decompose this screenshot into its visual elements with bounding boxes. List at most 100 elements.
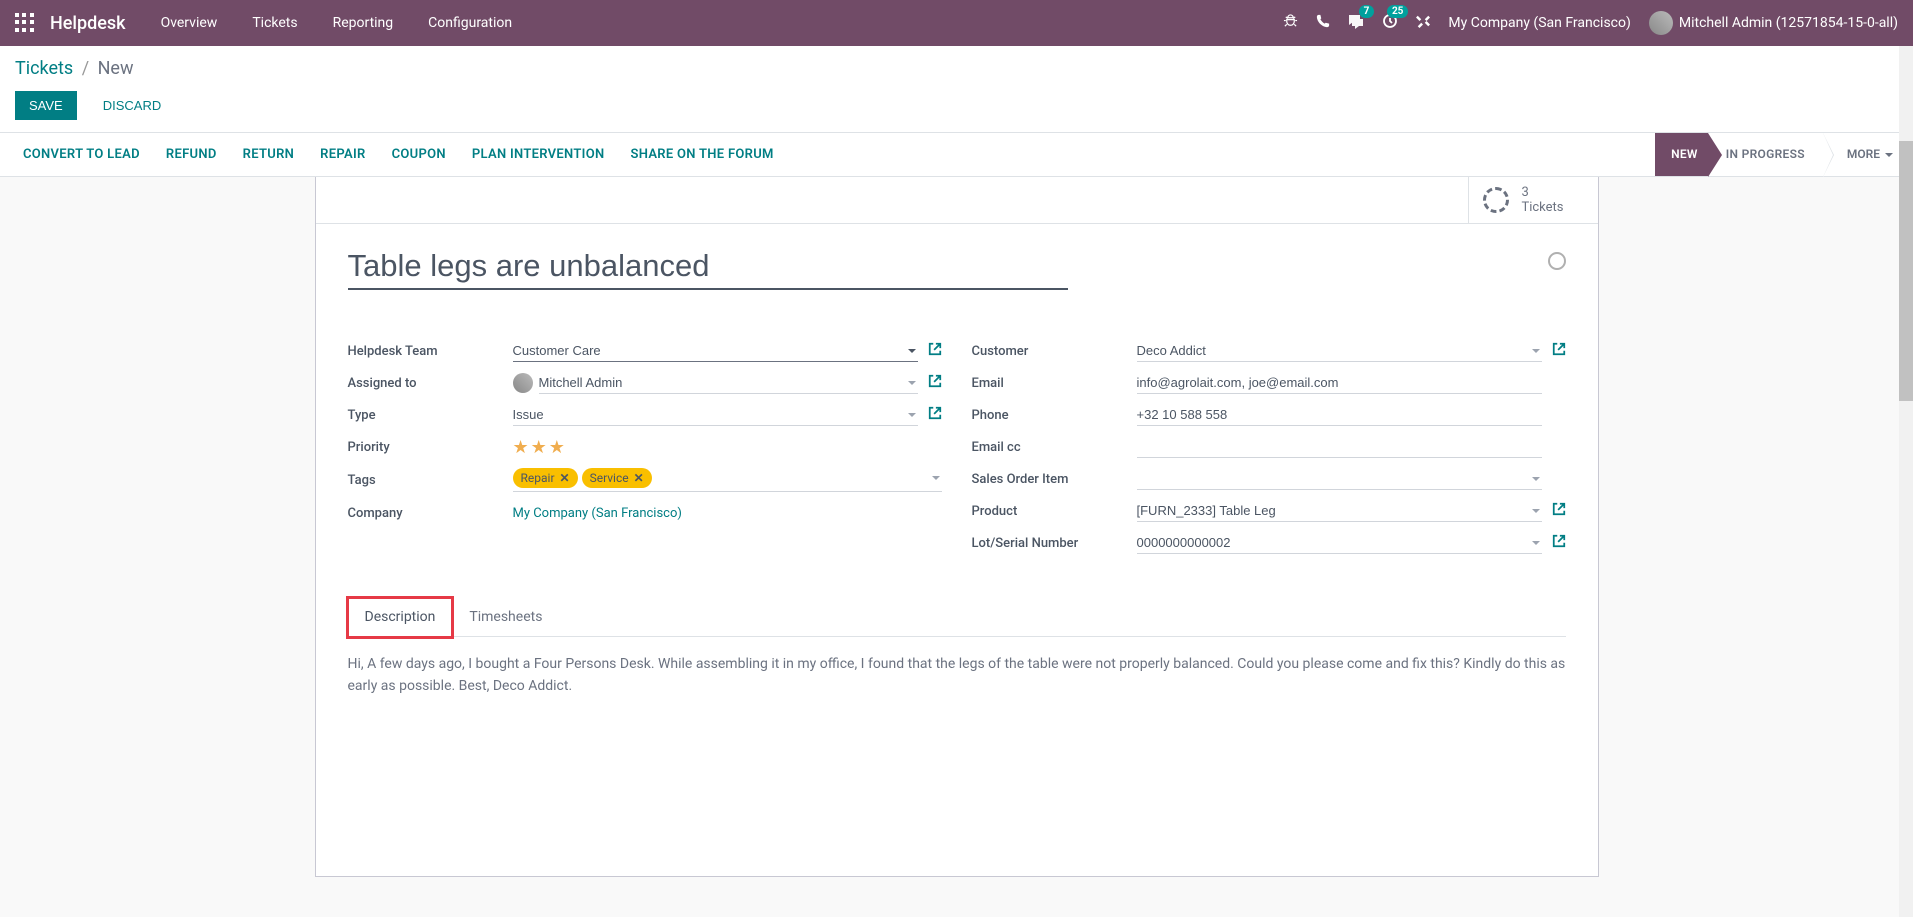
- form-sheet: 3 Tickets Helpdesk Team: [315, 177, 1599, 877]
- nav-tickets[interactable]: Tickets: [252, 15, 297, 31]
- field-team[interactable]: [513, 340, 918, 362]
- external-link-icon[interactable]: [928, 374, 942, 392]
- field-type[interactable]: [513, 404, 918, 426]
- ticket-title-input[interactable]: [348, 248, 1068, 290]
- label-soi: Sales Order Item: [972, 472, 1137, 487]
- field-assigned[interactable]: [539, 372, 918, 394]
- description-content[interactable]: Hi, A few days ago, I bought a Four Pers…: [348, 636, 1566, 714]
- action-convert-lead[interactable]: CONVERT TO LEAD: [10, 133, 153, 176]
- chevron-down-icon: [1885, 153, 1893, 157]
- breadcrumb-tickets[interactable]: Tickets: [15, 58, 73, 79]
- phone-icon[interactable]: [1316, 14, 1330, 32]
- lifebuoy-icon: [1483, 187, 1509, 213]
- breadcrumb-current: New: [98, 58, 134, 79]
- label-emailcc: Email cc: [972, 440, 1137, 455]
- label-product: Product: [972, 504, 1137, 519]
- nav-menu: Overview Tickets Reporting Configuration: [161, 15, 513, 31]
- action-repair[interactable]: REPAIR: [307, 133, 378, 176]
- bug-icon[interactable]: [1283, 14, 1298, 33]
- messages-badge: 7: [1359, 5, 1375, 18]
- tools-icon[interactable]: [1416, 14, 1430, 32]
- chevron-down-icon[interactable]: [908, 413, 916, 417]
- cp-buttons: SAVE DISCARD: [15, 91, 1898, 132]
- form-sheet-bg: 3 Tickets Helpdesk Team: [0, 177, 1913, 877]
- field-email[interactable]: [1137, 372, 1542, 394]
- status-in-progress[interactable]: IN PROGRESS: [1708, 133, 1823, 176]
- chevron-down-icon[interactable]: [1532, 509, 1540, 513]
- user-name: Mitchell Admin (12571854-15-0-all): [1679, 15, 1898, 31]
- activities-badge: 25: [1387, 5, 1408, 18]
- form-group-right: Customer Email: [972, 340, 1566, 564]
- top-nav: Helpdesk Overview Tickets Reporting Conf…: [0, 0, 1913, 46]
- action-coupon[interactable]: COUPON: [379, 133, 459, 176]
- label-team: Helpdesk Team: [348, 344, 513, 359]
- label-assigned: Assigned to: [348, 376, 513, 391]
- chevron-down-icon[interactable]: [908, 381, 916, 385]
- discard-button[interactable]: DISCARD: [89, 91, 176, 120]
- button-box: 3 Tickets: [316, 177, 1598, 224]
- scrollbar-thumb[interactable]: [1899, 141, 1913, 401]
- form-content: Helpdesk Team Assigned to: [316, 224, 1598, 738]
- activities-icon[interactable]: 25: [1382, 13, 1398, 33]
- tab-timesheets[interactable]: Timesheets: [452, 598, 559, 636]
- action-return[interactable]: RETURN: [230, 133, 308, 176]
- label-company: Company: [348, 506, 513, 521]
- priority-stars[interactable]: ★★★: [513, 437, 567, 458]
- field-product[interactable]: [1137, 500, 1542, 522]
- external-link-icon[interactable]: [1552, 502, 1566, 520]
- field-soi[interactable]: [1137, 468, 1542, 490]
- notebook: Description Timesheets Hi, A few days ag…: [348, 598, 1566, 714]
- user-menu[interactable]: Mitchell Admin (12571854-15-0-all): [1649, 11, 1898, 35]
- apps-icon[interactable]: [15, 13, 35, 33]
- status-new[interactable]: NEW: [1655, 133, 1708, 176]
- field-customer[interactable]: [1137, 340, 1542, 362]
- tag-remove-icon[interactable]: ✕: [560, 471, 570, 485]
- chevron-down-icon[interactable]: [1532, 349, 1540, 353]
- external-link-icon[interactable]: [1552, 534, 1566, 552]
- save-button[interactable]: SAVE: [15, 91, 77, 120]
- tab-description[interactable]: Description: [348, 598, 453, 637]
- action-plan-intervention[interactable]: PLAN INTERVENTION: [459, 133, 618, 176]
- chevron-down-icon[interactable]: [1532, 477, 1540, 481]
- breadcrumb: Tickets / New: [15, 58, 1898, 79]
- avatar: [1649, 11, 1673, 35]
- external-link-icon[interactable]: [1552, 342, 1566, 360]
- company-name[interactable]: My Company (San Francisco): [1448, 15, 1630, 31]
- nav-right: 7 25 My Company (San Francisco) Mitchell…: [1283, 11, 1898, 35]
- scrollbar[interactable]: [1899, 46, 1913, 917]
- kanban-state-circle[interactable]: [1548, 252, 1566, 270]
- label-phone: Phone: [972, 408, 1137, 423]
- label-email: Email: [972, 376, 1137, 391]
- nav-reporting[interactable]: Reporting: [333, 15, 394, 31]
- tabs: Description Timesheets: [348, 598, 1566, 636]
- action-bar: CONVERT TO LEAD REFUND RETURN REPAIR COU…: [0, 132, 1913, 177]
- tag-service[interactable]: Service✕: [582, 468, 652, 488]
- nav-overview[interactable]: Overview: [161, 15, 218, 31]
- field-company[interactable]: My Company (San Francisco): [513, 506, 682, 521]
- chevron-down-icon[interactable]: [932, 476, 940, 480]
- label-priority: Priority: [348, 440, 513, 455]
- brand[interactable]: Helpdesk: [50, 13, 126, 34]
- field-phone[interactable]: [1137, 404, 1542, 426]
- action-refund[interactable]: REFUND: [153, 133, 230, 176]
- chevron-down-icon[interactable]: [908, 349, 916, 353]
- label-type: Type: [348, 408, 513, 423]
- status-bar: NEW IN PROGRESS MORE: [1655, 133, 1913, 176]
- tag-remove-icon[interactable]: ✕: [634, 471, 644, 485]
- messages-icon[interactable]: 7: [1348, 13, 1364, 33]
- control-panel: Tickets / New SAVE DISCARD: [0, 46, 1913, 132]
- label-lot: Lot/Serial Number: [972, 536, 1137, 551]
- action-share-forum[interactable]: SHARE ON THE FORUM: [617, 133, 786, 176]
- nav-configuration[interactable]: Configuration: [428, 15, 512, 31]
- label-customer: Customer: [972, 344, 1137, 359]
- tag-repair[interactable]: Repair✕: [513, 468, 578, 488]
- stat-count: 3: [1521, 185, 1563, 200]
- field-emailcc[interactable]: [1137, 436, 1542, 458]
- stat-tickets[interactable]: 3 Tickets: [1468, 177, 1597, 223]
- label-tags: Tags: [348, 473, 513, 488]
- external-link-icon[interactable]: [928, 342, 942, 360]
- external-link-icon[interactable]: [928, 406, 942, 424]
- field-lot[interactable]: [1137, 532, 1542, 554]
- chevron-down-icon[interactable]: [1532, 541, 1540, 545]
- form-group-left: Helpdesk Team Assigned to: [348, 340, 942, 564]
